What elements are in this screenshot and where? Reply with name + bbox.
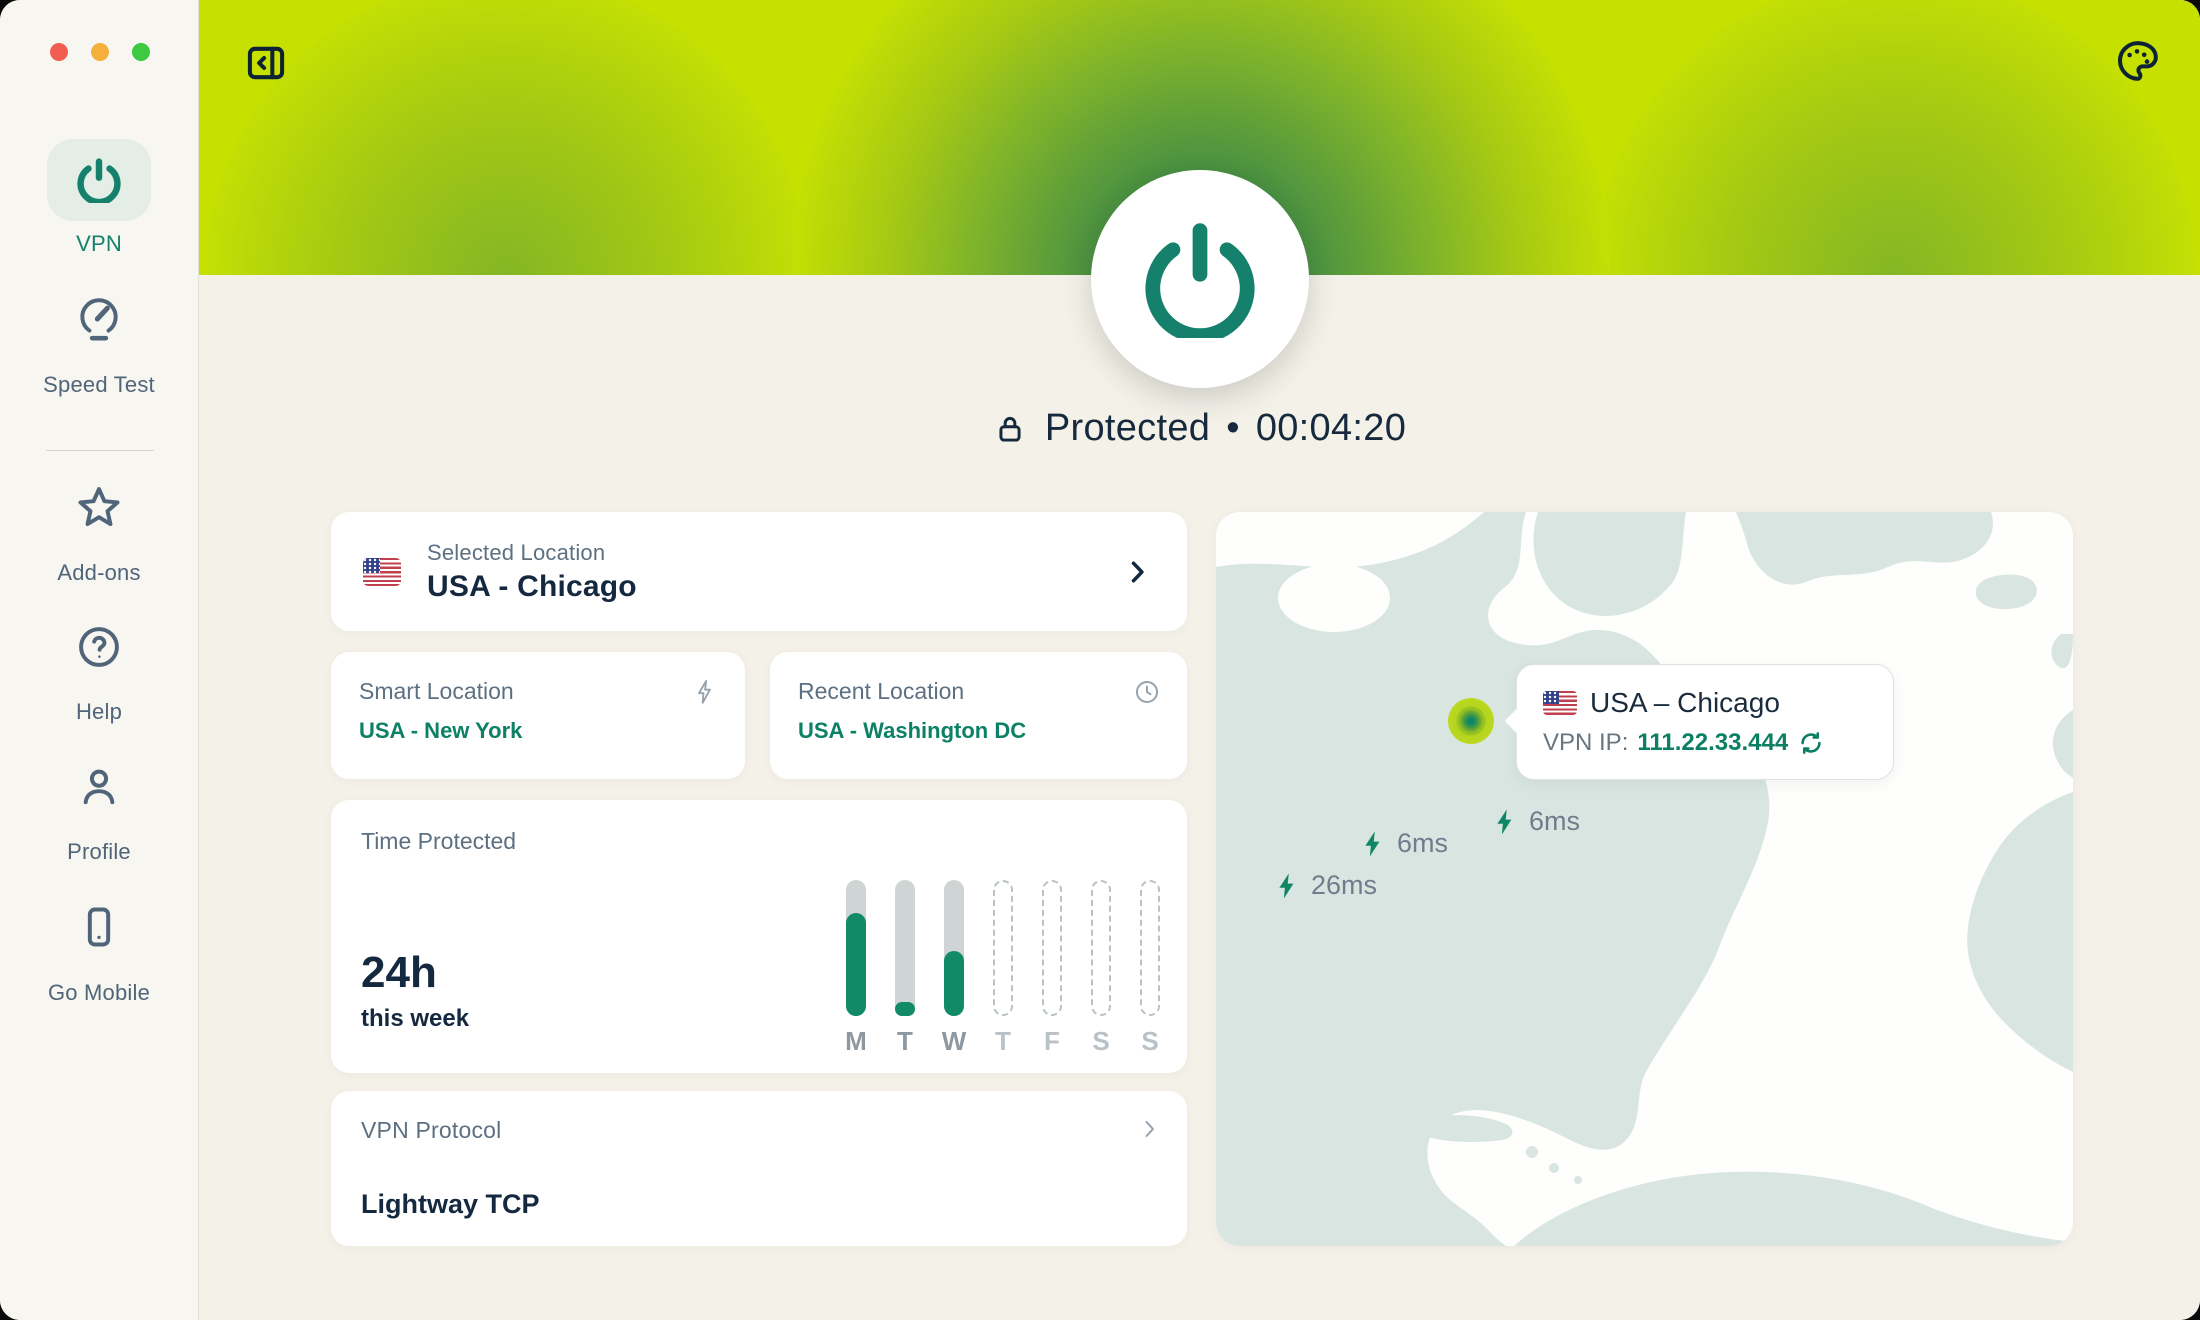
star-icon	[74, 482, 124, 532]
sidebar-divider	[46, 450, 154, 451]
person-icon	[74, 762, 124, 812]
latency-marker: 6ms	[1490, 806, 1580, 837]
vpn-protocol-card[interactable]: VPN Protocol Lightway TCP	[331, 1091, 1187, 1246]
lightning-icon	[1272, 871, 1302, 901]
lightning-icon	[1490, 807, 1520, 837]
recent-location-value: USA - Washington DC	[798, 718, 1161, 744]
sidebar-item-vpn[interactable]	[47, 139, 151, 221]
sidebar-label-go-mobile[interactable]: Go Mobile	[0, 980, 198, 1006]
gauge-icon	[74, 294, 124, 344]
weekly-bar-chart: M T W T F S S	[846, 880, 1160, 1057]
clock-icon	[1133, 678, 1161, 706]
vpn-ip-value: 111.22.33.444	[1637, 729, 1788, 757]
recent-location-label: Recent Location	[798, 678, 964, 705]
minimize-window-button[interactable]	[91, 43, 109, 61]
day-bar: T	[895, 880, 915, 1057]
connected-location-marker[interactable]	[1448, 698, 1494, 744]
time-protected-card: Time Protected 24h this week M T W T F S…	[331, 800, 1187, 1073]
sidebar-item-help[interactable]	[0, 622, 198, 677]
traffic-lights	[50, 43, 150, 61]
usa-flag-icon	[363, 558, 401, 586]
smart-location-value: USA - New York	[359, 718, 719, 744]
main-panel: Protected • 00:04:20 Selected Location U…	[199, 0, 2200, 1320]
app-window: VPN Speed Test Add-ons	[0, 0, 2200, 1320]
lightning-icon	[1358, 829, 1388, 859]
smart-location-card[interactable]: Smart Location USA - New York	[331, 652, 745, 779]
help-icon	[74, 622, 124, 672]
sidebar-label-profile[interactable]: Profile	[0, 839, 198, 865]
tooltip-city: USA – Chicago	[1590, 687, 1780, 719]
recent-location-card[interactable]: Recent Location USA - Washington DC	[770, 652, 1187, 779]
selected-location-value: USA - Chicago	[427, 570, 1123, 604]
selected-location-card[interactable]: Selected Location USA - Chicago	[331, 512, 1187, 631]
day-bar: S	[1091, 880, 1111, 1057]
sidebar-label-vpn[interactable]: VPN	[0, 231, 198, 257]
sidebar-label-add-ons[interactable]: Add-ons	[0, 560, 198, 586]
connect-toggle-button[interactable]	[1091, 170, 1309, 388]
latency-marker: 6ms	[1358, 828, 1448, 859]
day-bar: F	[1042, 880, 1062, 1057]
power-icon	[1141, 220, 1259, 338]
connection-status: Protected • 00:04:20	[199, 407, 2200, 450]
selected-location-label: Selected Location	[427, 540, 1123, 566]
close-window-button[interactable]	[50, 43, 68, 61]
collapse-sidebar-icon	[243, 40, 289, 86]
palette-icon	[2113, 37, 2161, 85]
chevron-right-icon	[1137, 1115, 1161, 1143]
sidebar-item-speed-test[interactable]	[0, 294, 198, 349]
refresh-ip-icon[interactable]	[1797, 729, 1825, 757]
day-bar: T	[993, 880, 1013, 1057]
status-separator: •	[1226, 407, 1240, 450]
theme-button[interactable]	[2110, 34, 2164, 88]
day-bar: M	[846, 880, 866, 1057]
power-icon	[76, 157, 122, 203]
usa-flag-icon	[1543, 691, 1577, 715]
vpn-ip-label: VPN IP:	[1543, 729, 1628, 757]
map-card: USA – Chicago VPN IP: 111.22.33.444	[1216, 512, 2073, 1246]
vpn-protocol-value: Lightway TCP	[361, 1189, 540, 1220]
vpn-protocol-label: VPN Protocol	[361, 1117, 501, 1143]
collapse-sidebar-button[interactable]	[239, 36, 293, 90]
day-bar: W	[944, 880, 964, 1057]
status-label: Protected	[1045, 407, 1210, 450]
sidebar-item-go-mobile[interactable]	[0, 902, 198, 957]
chevron-right-icon	[1123, 555, 1151, 589]
sidebar-label-help[interactable]: Help	[0, 699, 198, 725]
sidebar-item-profile[interactable]	[0, 762, 198, 817]
day-bar: S	[1140, 880, 1160, 1057]
zoom-window-button[interactable]	[132, 43, 150, 61]
sidebar: VPN Speed Test Add-ons	[0, 0, 199, 1320]
location-tooltip: USA – Chicago VPN IP: 111.22.33.444	[1516, 664, 1894, 780]
smart-location-label: Smart Location	[359, 678, 514, 705]
sidebar-item-add-ons[interactable]	[0, 482, 198, 537]
time-protected-period: this week	[361, 1005, 469, 1033]
time-protected-total: 24h	[361, 948, 437, 998]
lock-icon	[993, 412, 1027, 446]
phone-icon	[74, 902, 124, 952]
time-protected-label: Time Protected	[361, 828, 516, 854]
status-timer: 00:04:20	[1256, 407, 1406, 450]
latency-marker: 26ms	[1272, 870, 1377, 901]
sidebar-label-speed-test[interactable]: Speed Test	[0, 372, 198, 398]
lightning-icon	[691, 678, 719, 706]
